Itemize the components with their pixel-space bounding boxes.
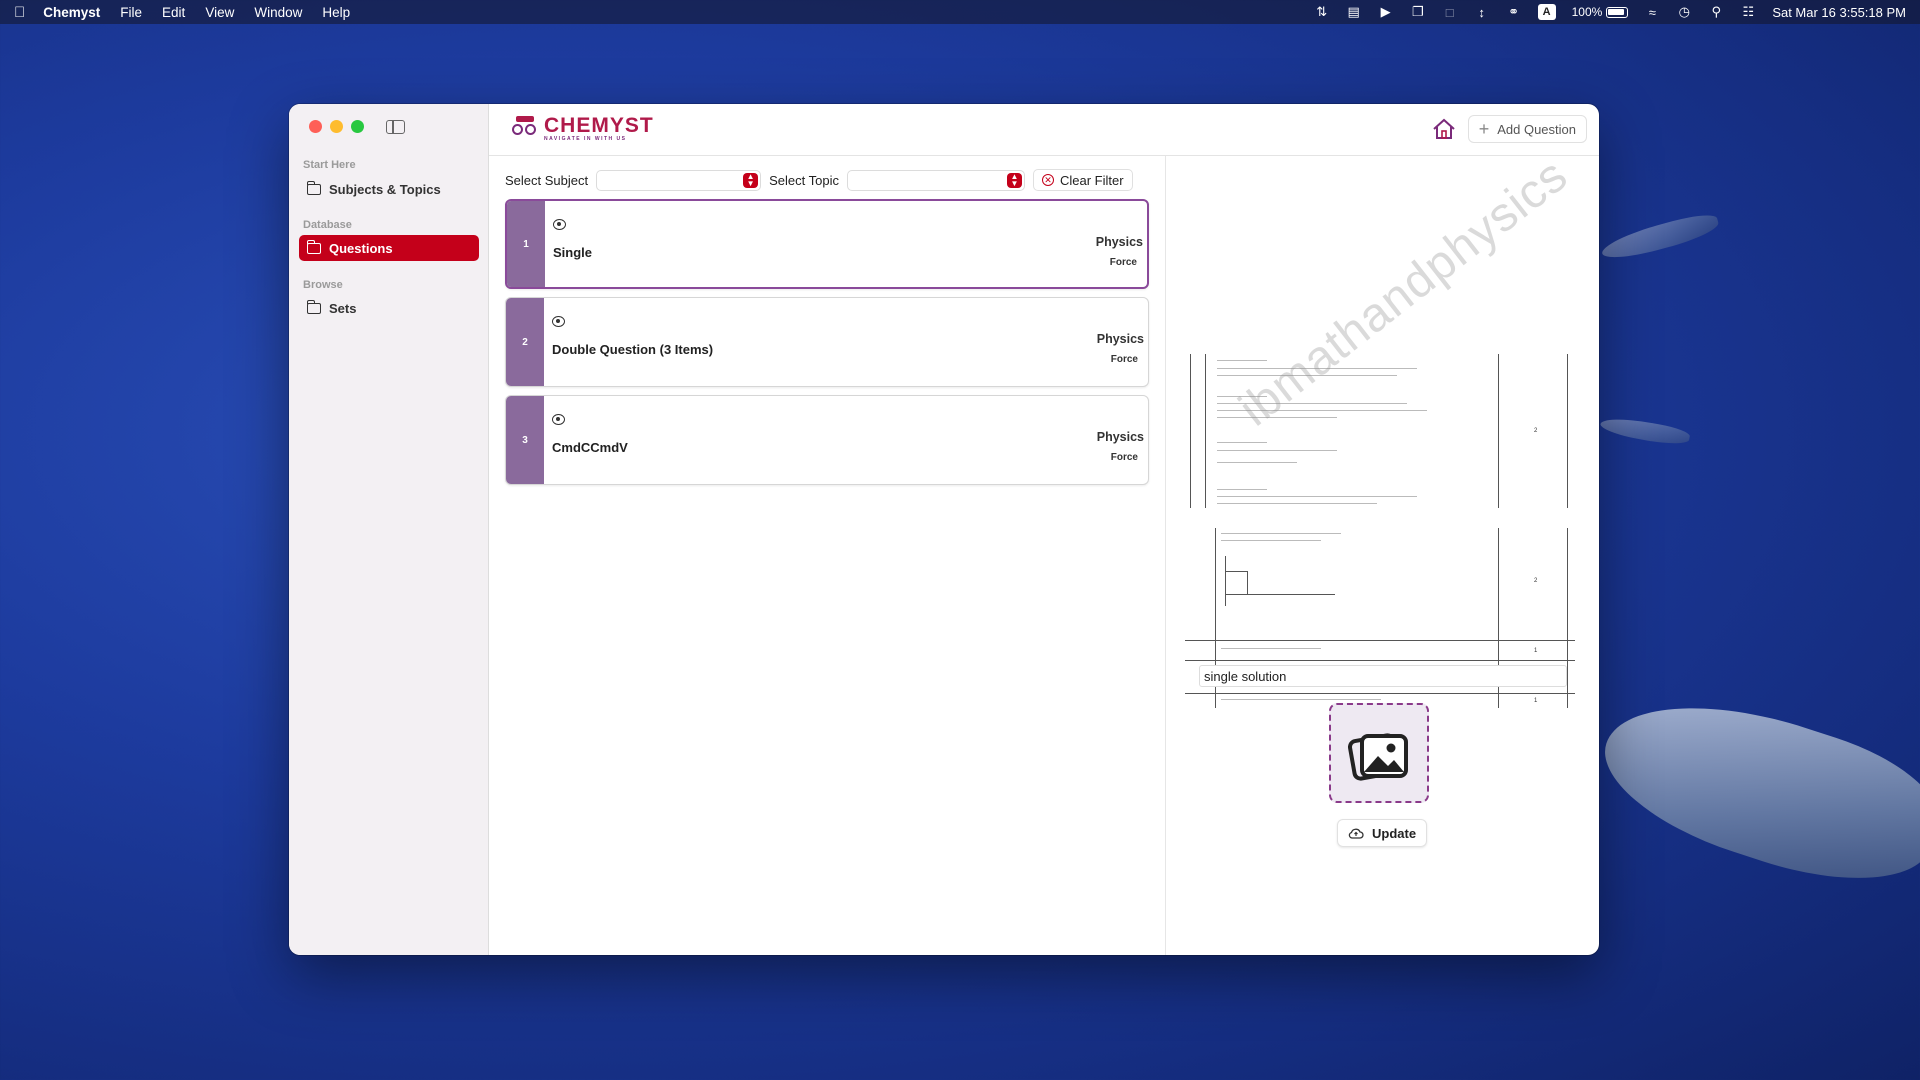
- menu-app-name[interactable]: Chemyst: [43, 5, 100, 20]
- menu-clock[interactable]: Sat Mar 16 3:55:18 PM: [1772, 5, 1906, 20]
- sidebar-section-database: Database: [303, 219, 352, 231]
- zoom-window-button[interactable]: [351, 120, 364, 133]
- select-subject-label: Select Subject: [505, 172, 589, 188]
- question-card[interactable]: 2 Double Question (3 Items) Physics Forc…: [505, 297, 1149, 387]
- eye-icon[interactable]: [552, 414, 565, 425]
- chevron-updown-icon: ▲ ▼: [1006, 172, 1022, 188]
- headphones-icon[interactable]: ⚭: [1506, 4, 1522, 20]
- photos-icon: [1348, 733, 1408, 781]
- sidebar-item-subjects-topics[interactable]: Subjects & Topics: [299, 176, 479, 202]
- battery-icon: [1606, 6, 1629, 18]
- sidebar-item-label: Sets: [329, 300, 357, 316]
- menu-edit[interactable]: Edit: [162, 5, 185, 20]
- subject-select[interactable]: ▲ ▼: [596, 169, 762, 191]
- select-topic-label: Select Topic: [769, 172, 839, 188]
- sidebar-section-browse: Browse: [303, 279, 343, 291]
- question-card[interactable]: 1 Single Physics Force: [505, 199, 1149, 289]
- question-number: 2: [506, 298, 544, 386]
- clipboard-icon[interactable]: ▤: [1346, 4, 1362, 20]
- update-button[interactable]: Update: [1337, 819, 1428, 847]
- sidebar: Start Here Subjects & Topics Database Qu…: [289, 104, 489, 955]
- sidebar-item-sets[interactable]: Sets: [299, 295, 479, 321]
- battery-percent: 100%: [1571, 5, 1603, 19]
- cloud-upload-icon: [1348, 828, 1364, 839]
- sync-icon[interactable]: ⇅: [1314, 4, 1330, 20]
- window-icon[interactable]: ❐: [1410, 4, 1426, 20]
- screen-icon[interactable]: □: [1442, 5, 1458, 20]
- folder-icon: [306, 299, 321, 314]
- control-center-icon[interactable]: ☷: [1740, 4, 1756, 20]
- menu-window[interactable]: Window: [254, 5, 302, 20]
- dolphin-background-image-3: [1599, 414, 1691, 448]
- dolphin-background-image-2: [1598, 209, 1722, 265]
- sidebar-item-questions[interactable]: Questions: [299, 235, 479, 261]
- question-topic: Force: [1109, 257, 1137, 268]
- sidebar-item-label: Questions: [329, 240, 393, 256]
- question-subject: Physics: [1096, 332, 1144, 346]
- sidebar-section-start-here: Start Here: [303, 159, 356, 171]
- question-title: Single: [553, 245, 593, 260]
- play-icon[interactable]: ▶: [1378, 4, 1394, 20]
- question-number: 3: [506, 396, 544, 484]
- time-machine-icon[interactable]: ◷: [1676, 4, 1692, 20]
- add-question-button[interactable]: + Add Question: [1467, 115, 1587, 143]
- eye-icon[interactable]: [553, 219, 566, 230]
- add-question-label: Add Question: [1497, 121, 1576, 137]
- owl-logo-icon: [512, 116, 538, 142]
- close-circle-icon: ✕: [1041, 174, 1054, 186]
- logo-text: CHEMYST: [544, 114, 654, 137]
- chevron-updown-icon: ▲ ▼: [743, 172, 759, 188]
- minimize-window-button[interactable]: [330, 120, 343, 133]
- arrows-icon[interactable]: ↕: [1474, 5, 1490, 20]
- menu-help[interactable]: Help: [322, 5, 350, 20]
- sidebar-toggle-icon[interactable]: [386, 120, 405, 134]
- clear-filter-label: Clear Filter: [1059, 172, 1124, 188]
- sidebar-item-label: Subjects & Topics: [329, 181, 441, 197]
- toolbar: CHEMYST NAVIGATE IN WITH US + Add Questi…: [489, 104, 1599, 156]
- topic-select[interactable]: ▲ ▼: [846, 169, 1025, 191]
- question-subject: Physics: [1095, 235, 1143, 249]
- apple-menu-icon[interactable]: : [14, 4, 25, 21]
- plus-icon: +: [1478, 119, 1490, 139]
- app-window: Start Here Subjects & Topics Database Qu…: [289, 104, 1599, 955]
- question-subject: Physics: [1096, 430, 1144, 444]
- wifi-icon[interactable]: ≈: [1644, 5, 1660, 20]
- home-icon: [1433, 118, 1455, 139]
- close-window-button[interactable]: [309, 120, 322, 133]
- eye-icon[interactable]: [552, 316, 565, 327]
- home-button[interactable]: [1432, 118, 1456, 140]
- question-number: 1: [507, 201, 545, 287]
- image-drop-zone[interactable]: [1329, 703, 1429, 803]
- menu-bar:  Chemyst File Edit View Window Help ⇅ ▤…: [0, 0, 1920, 24]
- folder-icon: [306, 180, 321, 195]
- folder-icon: [306, 239, 321, 254]
- question-topic: Force: [1110, 354, 1138, 365]
- battery-status[interactable]: 100%: [1572, 5, 1629, 19]
- question-card[interactable]: 3 CmdCCmdV Physics Force: [505, 395, 1149, 485]
- chemyst-logo: CHEMYST NAVIGATE IN WITH US: [512, 114, 654, 142]
- question-topic: Force: [1110, 452, 1138, 463]
- update-label: Update: [1372, 825, 1417, 841]
- solution-text-field[interactable]: [1199, 665, 1567, 687]
- menu-file[interactable]: File: [120, 5, 142, 20]
- panel-divider: [1165, 156, 1166, 955]
- clear-filter-button[interactable]: ✕ Clear Filter: [1032, 169, 1133, 191]
- window-controls: [309, 120, 364, 133]
- question-title: Double Question (3 Items): [552, 342, 714, 357]
- input-source-indicator[interactable]: A: [1537, 4, 1556, 20]
- question-title: CmdCCmdV: [552, 440, 628, 455]
- menu-view[interactable]: View: [205, 5, 234, 20]
- dolphin-background-image: [1586, 670, 1920, 910]
- filter-bar: Select Subject ▲ ▼ Select Topic ▲ ▼ ✕ Clea…: [505, 168, 1149, 192]
- spotlight-search-icon[interactable]: ⚲: [1708, 4, 1724, 20]
